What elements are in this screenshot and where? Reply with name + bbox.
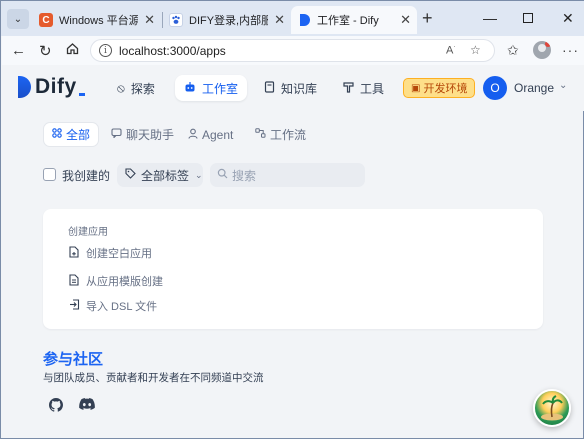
close-icon[interactable]: ✕ bbox=[400, 12, 411, 28]
tab-title: DIFY登录,内部服务 bbox=[189, 15, 269, 27]
tag-filter-value: 全部标签 bbox=[141, 168, 190, 183]
book-icon bbox=[264, 80, 275, 96]
tab-agent[interactable]: Agent bbox=[180, 122, 241, 147]
search-placeholder: 搜索 bbox=[232, 168, 257, 183]
tab-bar: ⌄ C Windows 平台源码 ✕ DIFY登录,内部服务 ✕ 工作室 - D… bbox=[1, 1, 584, 36]
tab-title: Windows 平台源码 bbox=[59, 15, 139, 27]
palm-island-icon bbox=[541, 395, 563, 421]
github-icon[interactable] bbox=[49, 398, 64, 415]
minimize-icon[interactable]: — bbox=[483, 10, 497, 26]
chevron-down-icon[interactable]: ⌄ bbox=[559, 80, 567, 91]
compass-icon: ⦸ bbox=[117, 80, 125, 95]
app-header: Dify ⦸ 探索 工作室 知识库 工具 ▣ 开发环境 O Orange ⌄ bbox=[2, 65, 584, 111]
home-icon[interactable] bbox=[66, 42, 79, 59]
user-name[interactable]: Orange bbox=[514, 81, 554, 95]
user-avatar[interactable]: O bbox=[483, 76, 507, 100]
tag-icon bbox=[125, 168, 136, 182]
import-icon bbox=[68, 299, 80, 313]
address-toolbar: ← ↻ i localhost:3000/apps Aᐧ ☆ ✩ ··· bbox=[2, 36, 584, 65]
chevron-down-icon: ⌄ bbox=[195, 169, 203, 180]
tab-chat-assistant[interactable]: 聊天助手 bbox=[103, 122, 182, 147]
created-by-me-checkbox[interactable] bbox=[43, 168, 56, 181]
nav-label: 工具 bbox=[360, 81, 385, 96]
env-badge-label: 开发环境 bbox=[423, 83, 468, 95]
new-tab-button[interactable]: + bbox=[422, 9, 433, 27]
community-title: 参与社区 bbox=[43, 351, 104, 368]
nav-label: 工作室 bbox=[202, 81, 239, 96]
close-icon[interactable]: ✕ bbox=[274, 12, 285, 28]
brand-name: Dify bbox=[35, 75, 77, 98]
profile-avatar[interactable] bbox=[533, 41, 551, 59]
tab-label: 全部 bbox=[66, 128, 91, 142]
discord-icon[interactable] bbox=[79, 398, 95, 414]
community-description: 与团队成员、贡献者和开发者在不同频道中交流 bbox=[43, 372, 264, 384]
tab-workflow[interactable]: 工作流 bbox=[247, 122, 314, 147]
search-icon bbox=[217, 168, 228, 182]
nav-label: 探索 bbox=[130, 81, 155, 96]
option-label: 导入 DSL 文件 bbox=[86, 301, 158, 313]
reload-icon[interactable]: ↻ bbox=[39, 42, 52, 60]
logo-underscore bbox=[78, 92, 85, 96]
hammer-icon bbox=[343, 81, 354, 96]
search-input[interactable]: 搜索 bbox=[210, 163, 365, 187]
read-aloud-icon[interactable]: Aᐧ bbox=[446, 43, 455, 57]
window-close-icon[interactable]: ✕ bbox=[562, 10, 574, 27]
site-info-icon[interactable]: i bbox=[99, 44, 112, 57]
assistant-floating-button[interactable] bbox=[533, 389, 571, 427]
notification-dot bbox=[545, 41, 551, 47]
close-icon[interactable]: ✕ bbox=[144, 12, 155, 28]
agent-icon bbox=[188, 128, 198, 142]
nav-tools[interactable]: 工具 bbox=[334, 75, 393, 101]
paw-favicon-icon bbox=[169, 13, 183, 27]
create-app-title: 创建应用 bbox=[68, 227, 108, 238]
tab-label: 聊天助手 bbox=[126, 128, 175, 142]
star-icon[interactable]: ☆ bbox=[470, 43, 481, 57]
import-dsl-button[interactable]: 导入 DSL 文件 bbox=[68, 298, 157, 314]
file-plus-icon bbox=[68, 245, 80, 261]
favorites-icon[interactable]: ✩ bbox=[507, 42, 519, 59]
back-arrow-icon[interactable]: ← bbox=[11, 42, 26, 59]
tag-filter-select[interactable]: 全部标签 ⌄ bbox=[117, 163, 203, 187]
chevron-down-icon: ⌄ bbox=[13, 13, 23, 25]
dify-favicon-icon bbox=[297, 13, 311, 27]
address-url[interactable]: localhost:3000/apps bbox=[119, 44, 226, 58]
browser-tab[interactable]: DIFY登录,内部服务 ✕ bbox=[163, 6, 291, 34]
robot-icon bbox=[184, 81, 196, 96]
chat-icon bbox=[111, 128, 122, 141]
browser-window: ⌄ C Windows 平台源码 ✕ DIFY登录,内部服务 ✕ 工作室 - D… bbox=[0, 0, 584, 439]
tab-label: Agent bbox=[202, 127, 234, 142]
tab-title: 工作室 - Dify bbox=[317, 15, 379, 27]
maximize-icon[interactable] bbox=[523, 10, 533, 26]
more-options-icon[interactable]: ··· bbox=[562, 42, 579, 58]
option-label: 从应用模版创建 bbox=[86, 276, 163, 288]
workflow-icon bbox=[255, 128, 266, 141]
tab-all[interactable]: 全部 bbox=[43, 122, 100, 147]
address-bar[interactable]: i localhost:3000/apps Aᐧ ☆ bbox=[90, 39, 495, 62]
env-badge: ▣ 开发环境 bbox=[403, 78, 476, 98]
browser-tab[interactable]: C Windows 平台源码 ✕ bbox=[33, 6, 161, 34]
create-app-card: 创建应用 创建空白应用 从应用模版创建 导入 DSL 文件 bbox=[43, 209, 543, 329]
create-blank-app-button[interactable]: 创建空白应用 bbox=[68, 245, 152, 261]
template-icon bbox=[68, 273, 80, 289]
tab-menu-button[interactable]: ⌄ bbox=[7, 9, 29, 29]
terminal-icon: ▣ bbox=[411, 82, 421, 94]
create-from-template-button[interactable]: 从应用模版创建 bbox=[68, 273, 163, 289]
created-by-me-label[interactable]: 我创建的 bbox=[62, 167, 110, 184]
tab-favicon-icon: C bbox=[39, 13, 53, 27]
nav-label: 知识库 bbox=[281, 81, 318, 96]
browser-tab-active[interactable]: 工作室 - Dify ✕ bbox=[291, 6, 417, 34]
option-label: 创建空白应用 bbox=[86, 248, 152, 260]
dify-logo-mark-icon bbox=[18, 76, 31, 98]
grid-icon bbox=[52, 128, 62, 141]
dify-logo[interactable]: Dify bbox=[18, 75, 85, 99]
tab-label: 工作流 bbox=[270, 128, 307, 142]
nav-explore[interactable]: ⦸ 探索 bbox=[108, 75, 164, 101]
nav-knowledge[interactable]: 知识库 bbox=[255, 75, 326, 101]
nav-studio[interactable]: 工作室 bbox=[175, 75, 248, 101]
